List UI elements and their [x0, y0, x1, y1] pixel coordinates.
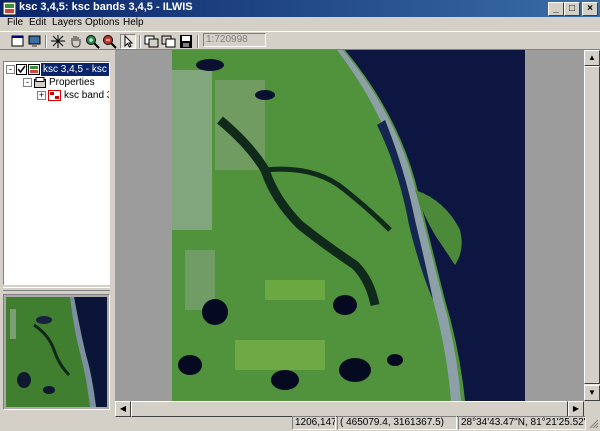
maximize-button[interactable]: □	[564, 2, 580, 16]
zoom-in-icon[interactable]	[85, 34, 101, 49]
paste-layer-icon[interactable]	[161, 34, 177, 49]
map-view[interactable]	[115, 50, 584, 401]
expand-toggle[interactable]: +	[37, 91, 46, 100]
overview-map[interactable]	[3, 294, 110, 410]
menu-layers[interactable]: Layers	[52, 17, 82, 29]
tree-item-properties[interactable]: - Properties	[4, 76, 109, 89]
toolbar-separator	[45, 35, 47, 48]
menu-file[interactable]: File	[7, 17, 23, 29]
copy-layer-icon[interactable]	[144, 34, 160, 49]
display-icon[interactable]	[27, 34, 43, 49]
resize-grip-icon[interactable]	[588, 418, 599, 429]
menu-help[interactable]: Help	[123, 17, 144, 29]
tree-item-map[interactable]: - ksc 3,4,5 - ksc ba	[4, 63, 109, 76]
window-title: ksc 3,4,5: ksc bands 3,4,5 - ILWIS	[19, 1, 193, 13]
close-button[interactable]: ×	[582, 2, 598, 16]
collapse-toggle[interactable]: -	[6, 65, 15, 74]
select-arrow-icon[interactable]	[120, 34, 136, 49]
menu-bar: File Edit Layers Options Help	[0, 17, 600, 30]
ilwis-app-icon	[3, 2, 16, 15]
scroll-up-button[interactable]: ▲	[584, 50, 600, 66]
menu-edit[interactable]: Edit	[29, 17, 46, 29]
map-layer-icon	[28, 64, 40, 75]
vertical-scroll-thumb[interactable]	[584, 66, 600, 384]
overview-image	[4, 295, 109, 409]
pointer-info-icon[interactable]	[50, 34, 66, 49]
layer-tree[interactable]: - ksc 3,4,5 - ksc ba - Properties + ksc …	[3, 61, 110, 285]
new-window-icon[interactable]	[10, 34, 26, 49]
tree-label-map: ksc 3,4,5 - ksc ba	[41, 63, 109, 76]
collapse-toggle[interactable]: -	[23, 78, 32, 87]
satellite-image	[172, 50, 525, 401]
status-latlon: 28°34'43.47"N, 81°21'25.52"W	[458, 416, 586, 430]
scale-field[interactable]: 1:720998	[203, 33, 266, 47]
checkbox-icon[interactable]	[16, 64, 27, 75]
toolbar-separator	[197, 35, 199, 48]
toolbar	[0, 31, 600, 50]
zoom-out-icon[interactable]	[102, 34, 118, 49]
save-icon[interactable]	[178, 34, 194, 49]
toolbar-separator	[139, 35, 141, 48]
pan-hand-icon[interactable]	[68, 34, 84, 49]
panel-splitter[interactable]	[3, 287, 110, 291]
tree-label-band: ksc band 3 -	[64, 90, 109, 101]
title-bar: ksc 3,4,5: ksc bands 3,4,5 - ILWIS _ □ ×	[0, 0, 600, 17]
minimize-button[interactable]: _	[548, 2, 564, 16]
status-bar: 1206,147 ( 465079.4, 3161367.5) 28°34'43…	[0, 415, 600, 431]
tree-item-band[interactable]: + ksc band 3 -	[4, 89, 109, 102]
menu-options[interactable]: Options	[85, 17, 119, 29]
tree-label-properties: Properties	[49, 77, 95, 88]
status-coordinates: ( 465079.4, 3161367.5)	[337, 416, 457, 430]
scroll-down-button[interactable]: ▼	[584, 385, 600, 401]
vertical-scrollbar[interactable]: ▲ ▼	[584, 50, 600, 401]
status-rowcol: 1206,147	[292, 416, 336, 430]
raster-map-icon	[48, 90, 61, 101]
properties-icon	[34, 77, 46, 88]
